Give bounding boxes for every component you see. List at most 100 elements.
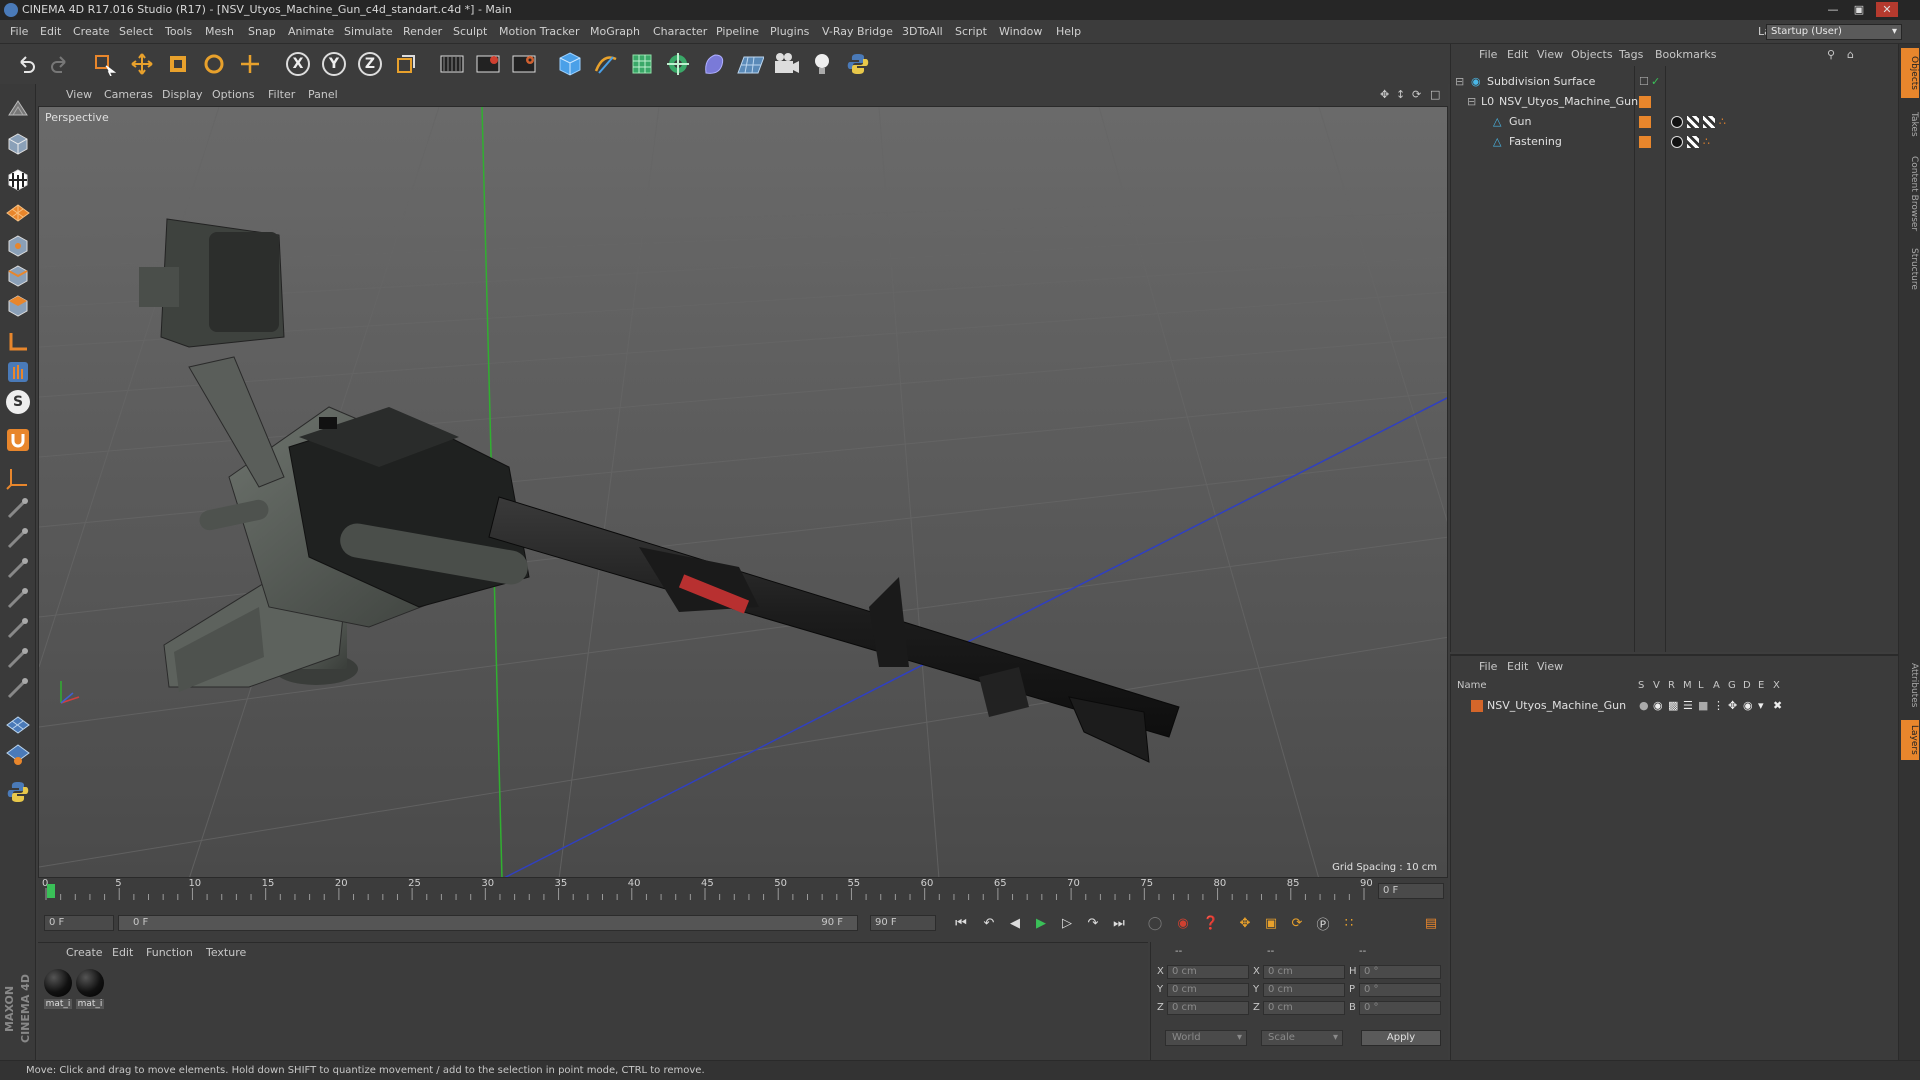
- tab-structure[interactable]: Structure: [1901, 244, 1919, 294]
- object-menu-view[interactable]: View: [1537, 44, 1563, 66]
- go-to-start-icon[interactable]: ⏮: [950, 912, 972, 934]
- floor-icon[interactable]: [736, 50, 764, 78]
- rotate-icon[interactable]: [200, 50, 228, 78]
- viewport-menu-view[interactable]: View: [66, 84, 92, 106]
- viewport-menu-cameras[interactable]: Cameras: [104, 84, 153, 106]
- menu-create[interactable]: Create: [73, 20, 110, 44]
- phong-tag-icon[interactable]: ∴: [1703, 132, 1710, 152]
- scale-key-icon[interactable]: ▣: [1260, 912, 1282, 934]
- pos-x-field[interactable]: 0 cm: [1167, 965, 1249, 979]
- rot-b-field[interactable]: 0 °: [1359, 1001, 1441, 1015]
- previous-key-icon[interactable]: ↶: [978, 912, 1000, 934]
- brush-3-icon[interactable]: [4, 554, 32, 582]
- menu-mesh[interactable]: Mesh: [205, 20, 234, 44]
- parameter-key-icon[interactable]: Ⓟ: [1312, 912, 1334, 934]
- generators-toggle-icon[interactable]: ✥: [1728, 696, 1737, 716]
- snap-icon[interactable]: [4, 710, 32, 738]
- solo-toggle-icon[interactable]: ●: [1639, 696, 1649, 716]
- size-mode-dropdown[interactable]: Scale ▾: [1261, 1030, 1343, 1046]
- object-menu-bookmarks[interactable]: Bookmarks: [1655, 44, 1716, 66]
- timeline-playhead[interactable]: [47, 884, 55, 898]
- menu-pipeline[interactable]: Pipeline: [716, 20, 759, 44]
- start-frame-field[interactable]: 0 F: [44, 915, 114, 931]
- object-row[interactable]: ⊟ L0 NSV_Utyos_Machine_Gun: [1451, 92, 1899, 112]
- rot-h-field[interactable]: 0 °: [1359, 965, 1441, 979]
- move-icon[interactable]: [128, 50, 156, 78]
- layer-color-icon[interactable]: [1639, 116, 1651, 128]
- pan-icon[interactable]: ✥: [1380, 84, 1389, 106]
- end-frame-field[interactable]: 90 F: [870, 915, 936, 931]
- layer-menu-file[interactable]: File: [1479, 656, 1497, 678]
- scale-icon[interactable]: [164, 50, 192, 78]
- object-row[interactable]: ⊟ ◉ Subdivision Surface ☐ ✓: [1451, 72, 1899, 92]
- phong-tag-icon[interactable]: ∴: [1719, 112, 1726, 132]
- enabled-check-icon[interactable]: ✓: [1651, 72, 1660, 92]
- recent-tool-icon[interactable]: [236, 50, 264, 78]
- coordinate-system-icon[interactable]: [4, 464, 32, 492]
- object-menu-objects[interactable]: Objects: [1571, 44, 1613, 66]
- world-coordinates-icon[interactable]: [392, 50, 420, 78]
- layer-color-icon[interactable]: [1639, 136, 1651, 148]
- menu-edit[interactable]: Edit: [40, 20, 61, 44]
- maximize-viewport-icon[interactable]: □: [1430, 84, 1440, 106]
- render-view-icon[interactable]: [438, 50, 466, 78]
- brush-5-icon[interactable]: [4, 614, 32, 642]
- layer-color-swatch[interactable]: [1471, 700, 1483, 712]
- make-editable-icon[interactable]: [4, 94, 32, 122]
- timeline-icon[interactable]: ▤: [1420, 912, 1442, 934]
- menu-sculpt[interactable]: Sculpt: [453, 20, 487, 44]
- menu-character[interactable]: Character: [653, 20, 707, 44]
- menu-mograph[interactable]: MoGraph: [590, 20, 640, 44]
- frame-range-slider[interactable]: 0 F 90 F: [118, 915, 858, 931]
- autokey-icon[interactable]: ◉: [1172, 912, 1194, 934]
- tab-takes[interactable]: Takes: [1901, 106, 1919, 142]
- axis-mode-icon[interactable]: [4, 328, 32, 356]
- render-toggle-icon[interactable]: ▩: [1668, 696, 1678, 716]
- rot-p-field[interactable]: 0 °: [1359, 983, 1441, 997]
- size-x-field[interactable]: 0 cm: [1263, 965, 1345, 979]
- close-icon[interactable]: ✕: [1876, 2, 1898, 17]
- brush-4-icon[interactable]: [4, 584, 32, 612]
- brush-6-icon[interactable]: [4, 644, 32, 672]
- size-z-field[interactable]: 0 cm: [1263, 1001, 1345, 1015]
- viewport-menu-display[interactable]: Display: [162, 84, 203, 106]
- uvw-tag-icon[interactable]: [1687, 136, 1699, 148]
- material-menu-texture[interactable]: Texture: [206, 946, 246, 959]
- menu-snap[interactable]: Snap: [248, 20, 276, 44]
- xref-toggle-icon[interactable]: ✖: [1773, 696, 1782, 716]
- viewport-perspective[interactable]: Perspective Grid Spacing : 10 cm: [38, 106, 1448, 878]
- material-menu-function[interactable]: Function: [146, 946, 193, 959]
- x-axis-icon[interactable]: X: [284, 50, 312, 78]
- tab-objects[interactable]: Objects: [1901, 48, 1919, 98]
- keyframe-selection-icon[interactable]: ❓: [1200, 912, 1222, 934]
- layer-menu-view[interactable]: View: [1537, 656, 1563, 678]
- lock-workplane-icon[interactable]: [4, 740, 32, 768]
- material-menu-create[interactable]: Create: [66, 946, 103, 959]
- previous-frame-icon[interactable]: ◀: [1004, 912, 1026, 934]
- cloner-icon[interactable]: [664, 50, 692, 78]
- tweak-mode-icon[interactable]: [4, 358, 32, 386]
- timeline-ruler[interactable]: 0 5 10 15 20 25 30 35 40 45 50 55 60 65 70 75 80 85 90 0 F: [38, 878, 1448, 904]
- solo-icon[interactable]: S: [4, 388, 32, 416]
- size-y-field[interactable]: 0 cm: [1263, 983, 1345, 997]
- menu-vray-bridge[interactable]: V-Ray Bridge: [822, 20, 893, 44]
- viewport-menu-options[interactable]: Options: [212, 84, 254, 106]
- material-swatch[interactable]: [44, 969, 72, 997]
- pla-key-icon[interactable]: ∷: [1338, 912, 1360, 934]
- pos-z-field[interactable]: 0 cm: [1167, 1001, 1249, 1015]
- cube-object-icon[interactable]: [556, 50, 584, 78]
- deformers-toggle-icon[interactable]: ◉: [1743, 696, 1753, 716]
- material-menu-edit[interactable]: Edit: [112, 946, 133, 959]
- viewport-menu-filter[interactable]: Filter: [268, 84, 295, 106]
- spline-pen-icon[interactable]: [592, 50, 620, 78]
- menu-window[interactable]: Window: [999, 20, 1042, 44]
- menu-plugins[interactable]: Plugins: [770, 20, 809, 44]
- brush-7-icon[interactable]: [4, 674, 32, 702]
- viewport-menu-panel[interactable]: Panel: [308, 84, 338, 106]
- magnet-icon[interactable]: [4, 426, 32, 454]
- object-row[interactable]: △ Fastening ∴: [1451, 132, 1899, 152]
- material-tag-icon[interactable]: [1671, 116, 1683, 128]
- model-mode-icon[interactable]: [4, 130, 32, 158]
- polygons-mode-icon[interactable]: [4, 292, 32, 320]
- subdivision-surface-icon[interactable]: [628, 50, 656, 78]
